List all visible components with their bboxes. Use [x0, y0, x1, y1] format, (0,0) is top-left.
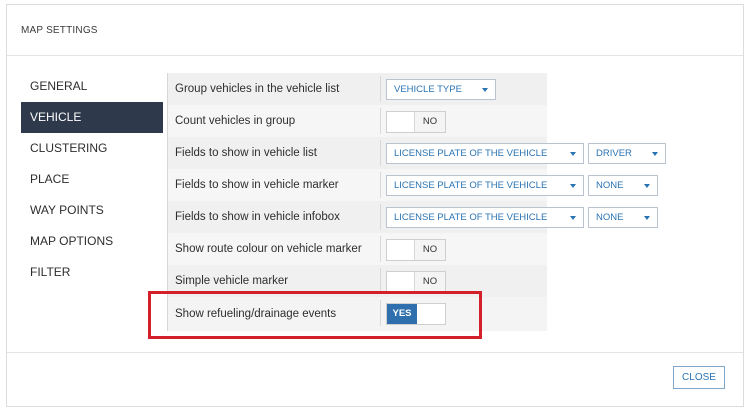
- fields-marker-primary-value: LICENSE PLATE OF THE VEHICLE: [394, 180, 548, 191]
- fields-marker-secondary-value: NONE: [596, 180, 624, 191]
- setting-row-fields-infobox: Fields to show in vehicle infobox LICENS…: [167, 201, 658, 233]
- fields-list-secondary-dropdown[interactable]: DRIVER: [588, 143, 666, 164]
- row-divider: [380, 172, 381, 198]
- chevron-down-icon: [570, 184, 576, 188]
- count-vehicles-label: Count vehicles in group: [175, 115, 296, 127]
- setting-row-simple-marker: Simple vehicle marker NO: [167, 265, 547, 297]
- chevron-down-icon: [482, 88, 488, 92]
- group-vehicles-label: Group vehicles in the vehicle list: [175, 83, 340, 95]
- route-colour-label: Show route colour on vehicle marker: [175, 243, 362, 255]
- chevron-down-icon: [570, 216, 576, 220]
- sidebar-item-map-options[interactable]: MAP OPTIONS: [21, 226, 163, 257]
- setting-row-route-colour: Show route colour on vehicle marker NO: [167, 233, 547, 265]
- chevron-down-icon: [644, 184, 650, 188]
- sidebar-item-place[interactable]: PLACE: [21, 164, 163, 195]
- route-colour-toggle[interactable]: NO: [386, 239, 446, 261]
- row-divider: [380, 76, 381, 102]
- setting-row-count-vehicles: Count vehicles in group NO: [167, 105, 547, 137]
- row-divider: [380, 108, 381, 134]
- setting-row-fields-list: Fields to show in vehicle list LICENSE P…: [167, 137, 666, 169]
- dialog-header: MAP SETTINGS: [7, 5, 743, 56]
- toggle-state-label: NO: [414, 240, 445, 260]
- toggle-state-label: YES: [387, 304, 417, 324]
- simple-marker-toggle[interactable]: NO: [386, 271, 446, 293]
- setting-row-refueling: Show refueling/drainage events YES: [167, 297, 547, 331]
- fields-list-primary-value: LICENSE PLATE OF THE VEHICLE: [394, 148, 548, 159]
- close-button[interactable]: CLOSE: [673, 366, 725, 389]
- chevron-down-icon: [652, 152, 658, 156]
- row-divider: [380, 236, 381, 262]
- chevron-down-icon: [644, 216, 650, 220]
- fields-list-secondary-value: DRIVER: [596, 148, 632, 159]
- chevron-down-icon: [570, 152, 576, 156]
- fields-infobox-label: Fields to show in vehicle infobox: [175, 211, 340, 223]
- sidebar-item-clustering[interactable]: CLUSTERING: [21, 133, 163, 164]
- toggle-state-label: NO: [414, 272, 445, 292]
- row-divider: [380, 268, 381, 294]
- fields-list-primary-dropdown[interactable]: LICENSE PLATE OF THE VEHICLE: [386, 143, 584, 164]
- sidebar-item-filter[interactable]: FILTER: [21, 257, 163, 288]
- fields-list-label: Fields to show in vehicle list: [175, 147, 317, 159]
- row-divider: [380, 204, 381, 230]
- fields-infobox-secondary-value: NONE: [596, 212, 624, 223]
- sidebar-item-vehicle[interactable]: VEHICLE: [21, 102, 163, 133]
- fields-infobox-primary-value: LICENSE PLATE OF THE VEHICLE: [394, 212, 548, 223]
- toggle-state-label: NO: [414, 112, 445, 132]
- vehicle-settings-panel: Group vehicles in the vehicle list VEHIC…: [167, 73, 666, 331]
- dialog-footer-divider: [7, 352, 743, 353]
- group-vehicles-value: VEHICLE TYPE: [394, 84, 462, 95]
- sidebar-item-way-points[interactable]: WAY POINTS: [21, 195, 163, 226]
- settings-sidebar: GENERAL VEHICLE CLUSTERING PLACE WAY POI…: [21, 71, 163, 288]
- refueling-toggle[interactable]: YES: [386, 303, 446, 325]
- simple-marker-label: Simple vehicle marker: [175, 275, 289, 287]
- dialog-title: MAP SETTINGS: [21, 25, 98, 36]
- count-vehicles-toggle[interactable]: NO: [386, 111, 446, 133]
- setting-row-group-vehicles: Group vehicles in the vehicle list VEHIC…: [167, 73, 547, 105]
- row-divider: [380, 140, 381, 166]
- refueling-label: Show refueling/drainage events: [175, 308, 337, 320]
- fields-infobox-primary-dropdown[interactable]: LICENSE PLATE OF THE VEHICLE: [386, 207, 584, 228]
- fields-marker-primary-dropdown[interactable]: LICENSE PLATE OF THE VEHICLE: [386, 175, 584, 196]
- setting-row-fields-marker: Fields to show in vehicle marker LICENSE…: [167, 169, 658, 201]
- fields-marker-label: Fields to show in vehicle marker: [175, 179, 339, 191]
- fields-infobox-secondary-dropdown[interactable]: NONE: [588, 207, 658, 228]
- group-vehicles-dropdown[interactable]: VEHICLE TYPE: [386, 79, 496, 100]
- sidebar-item-general[interactable]: GENERAL: [21, 71, 163, 102]
- row-divider: [380, 300, 381, 326]
- map-settings-dialog: MAP SETTINGS GENERAL VEHICLE CLUSTERING …: [6, 4, 744, 407]
- fields-marker-secondary-dropdown[interactable]: NONE: [588, 175, 658, 196]
